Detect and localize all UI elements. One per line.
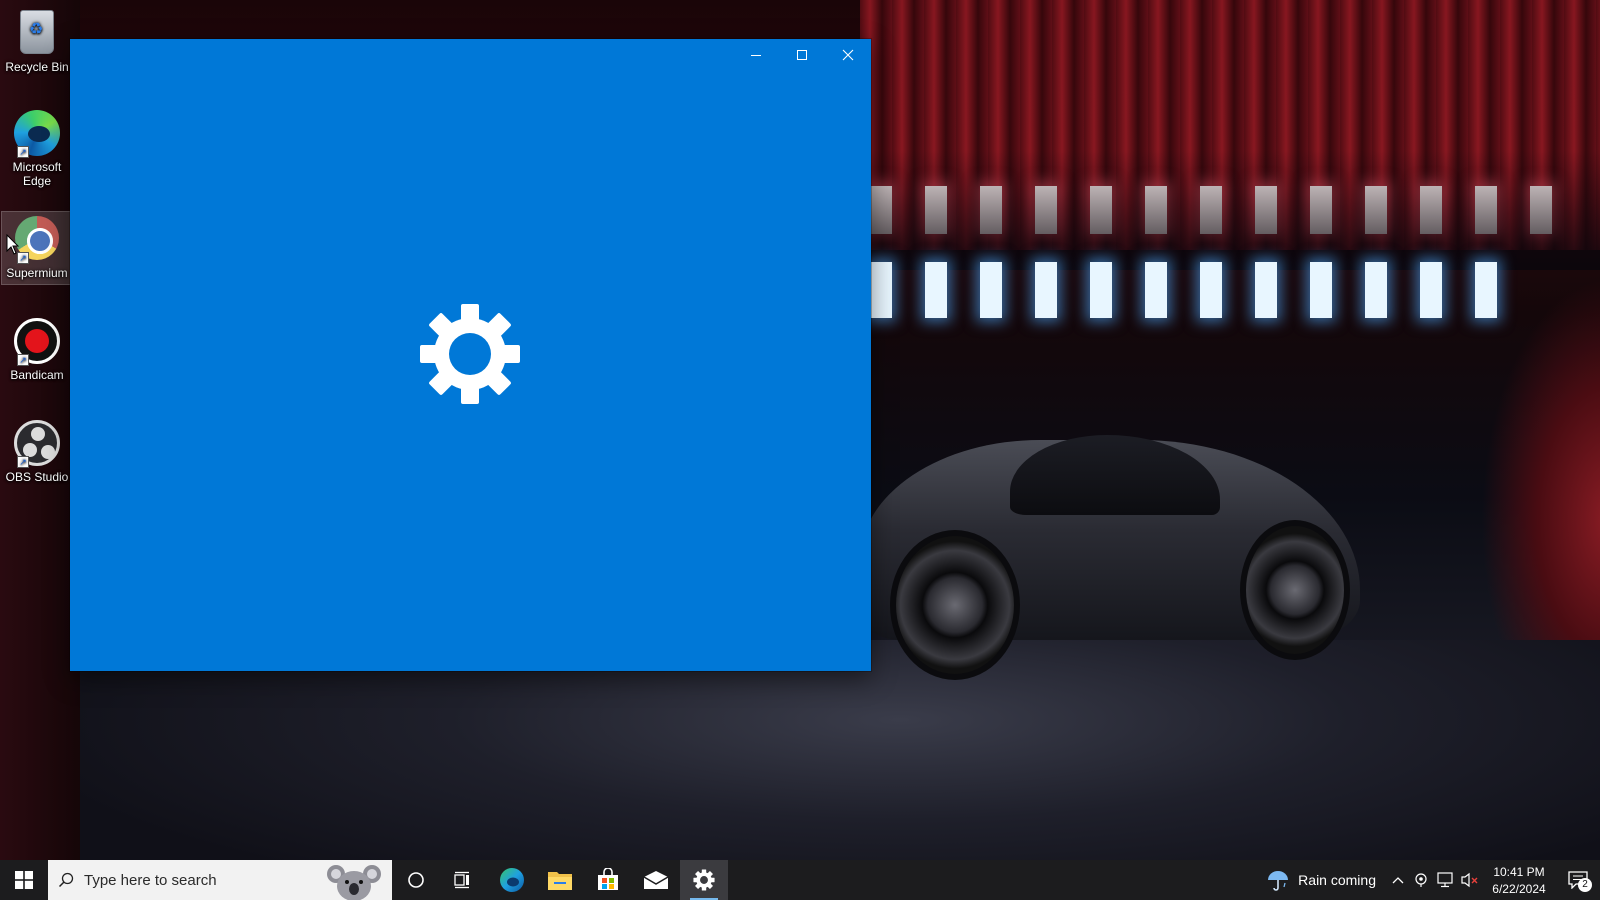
mouse-cursor-icon [6, 234, 20, 255]
action-center-button[interactable]: 2 [1556, 860, 1600, 900]
network-button[interactable] [1434, 860, 1458, 900]
volume-muted-icon [1461, 872, 1478, 888]
desktop-icon-label: Supermium [6, 266, 68, 280]
gear-icon [693, 869, 715, 891]
desktop-icon-label: Bandicam [10, 368, 64, 382]
search-placeholder: Type here to search [84, 871, 217, 889]
supermium-icon: ↗ [13, 216, 61, 264]
maximize-icon [797, 50, 807, 60]
taskbar: Type here to search Rain coming 10:41 PM… [0, 860, 1600, 900]
edge-icon: ↗ [13, 110, 61, 158]
clock-time: 10:41 PM [1493, 864, 1545, 879]
mail-button[interactable] [632, 860, 680, 900]
taskbar-clock[interactable]: 10:41 PM 6/22/2024 [1482, 863, 1556, 898]
system-tray: Rain coming 10:41 PM 6/22/2024 2 [1256, 860, 1600, 900]
maximize-button[interactable] [779, 39, 825, 71]
cortana-circle-icon [408, 872, 424, 888]
recycle-bin-icon [13, 10, 61, 58]
taskbar-edge-button[interactable] [488, 860, 536, 900]
settings-app-window[interactable] [70, 39, 871, 671]
meet-now-button[interactable] [1410, 860, 1434, 900]
desktop-icon-obs-studio[interactable]: ↗ OBS Studio [2, 416, 72, 484]
rain-umbrella-icon [1268, 871, 1289, 891]
search-icon [48, 872, 84, 888]
bandicam-icon: ↗ [13, 318, 61, 366]
desktop-icon-label: Microsoft Edge [12, 160, 62, 188]
car-wheel-front [890, 530, 1020, 680]
microsoft-store-button[interactable] [584, 860, 632, 900]
minimize-button[interactable] [733, 39, 779, 71]
desktop-icon-microsoft-edge[interactable]: ↗ Microsoft Edge [2, 106, 72, 188]
car-wheel-rear [1240, 520, 1350, 660]
desktop-icon-bandicam[interactable]: ↗ Bandicam [2, 314, 72, 382]
search-highlight-koala-icon [327, 865, 381, 900]
edge-icon [500, 868, 524, 892]
taskbar-search-box[interactable]: Type here to search [48, 860, 392, 900]
obs-studio-icon: ↗ [13, 420, 61, 468]
windows-logo-icon [15, 871, 33, 889]
clock-date: 6/22/2024 [1492, 881, 1546, 896]
webcam-icon [1415, 873, 1427, 887]
task-view-icon [454, 871, 469, 889]
notification-count-badge: 2 [1578, 878, 1592, 892]
weather-text: Rain coming [1298, 872, 1376, 888]
close-button[interactable] [825, 39, 871, 71]
gear-icon [420, 304, 520, 404]
mail-icon [643, 871, 669, 889]
show-hidden-icons-button[interactable] [1386, 860, 1410, 900]
close-icon [842, 49, 854, 61]
store-icon [598, 868, 618, 890]
taskbar-settings-button[interactable] [680, 860, 728, 900]
task-view-button[interactable] [440, 860, 488, 900]
file-explorer-button[interactable] [536, 860, 584, 900]
desktop-icon-recycle-bin[interactable]: Recycle Bin [2, 6, 72, 74]
chevron-up-icon [1392, 877, 1404, 884]
window-caption-buttons [733, 39, 871, 71]
network-icon [1437, 872, 1453, 888]
start-button[interactable] [0, 860, 48, 900]
weather-widget[interactable]: Rain coming [1256, 868, 1386, 892]
minimize-icon [751, 55, 761, 56]
desktop-icon-label: OBS Studio [5, 470, 69, 484]
cortana-button[interactable] [392, 860, 440, 900]
desktop-icon-label: Recycle Bin [5, 60, 69, 74]
wallpaper-car [860, 410, 1380, 710]
volume-button[interactable] [1458, 860, 1482, 900]
folder-icon [548, 872, 572, 890]
